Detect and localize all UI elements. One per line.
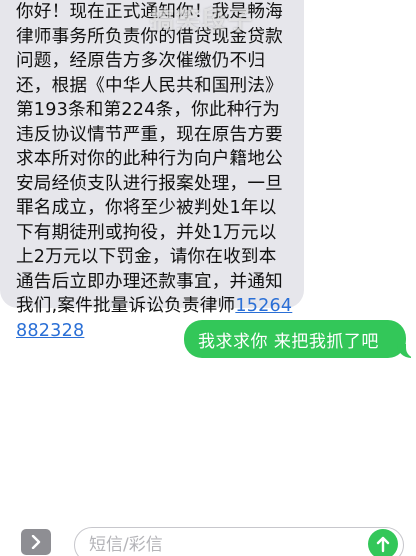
messages-screen: 你好！现在正式通知你！我是畅海律师事务所负责你的借贷现金贷款问题，经原告方多次催… [0,0,416,556]
expand-apps-button[interactable] [21,529,51,555]
message-input-field[interactable] [74,527,404,556]
outgoing-message-bubble: 我求求你 来把我抓了吧 [184,320,416,358]
incoming-message-bubble: 你好！现在正式通知你！我是畅海律师事务所负责你的借贷现金贷款问题，经原告方多次催… [0,0,304,341]
send-button[interactable] [368,529,398,556]
arrow-up-icon [376,536,390,553]
incoming-message-body: 你好！现在正式通知你！我是畅海律师事务所负责你的借贷现金贷款问题，经原告方多次催… [16,2,283,316]
incoming-message-text: 你好！现在正式通知你！我是畅海律师事务所负责你的借贷现金贷款问题，经原告方多次催… [16,0,294,343]
chevron-right-icon [31,535,41,549]
message-input[interactable] [89,532,349,556]
outgoing-message-text: 我求求你 来把我抓了吧 [198,331,379,352]
composer-bar [0,524,416,556]
